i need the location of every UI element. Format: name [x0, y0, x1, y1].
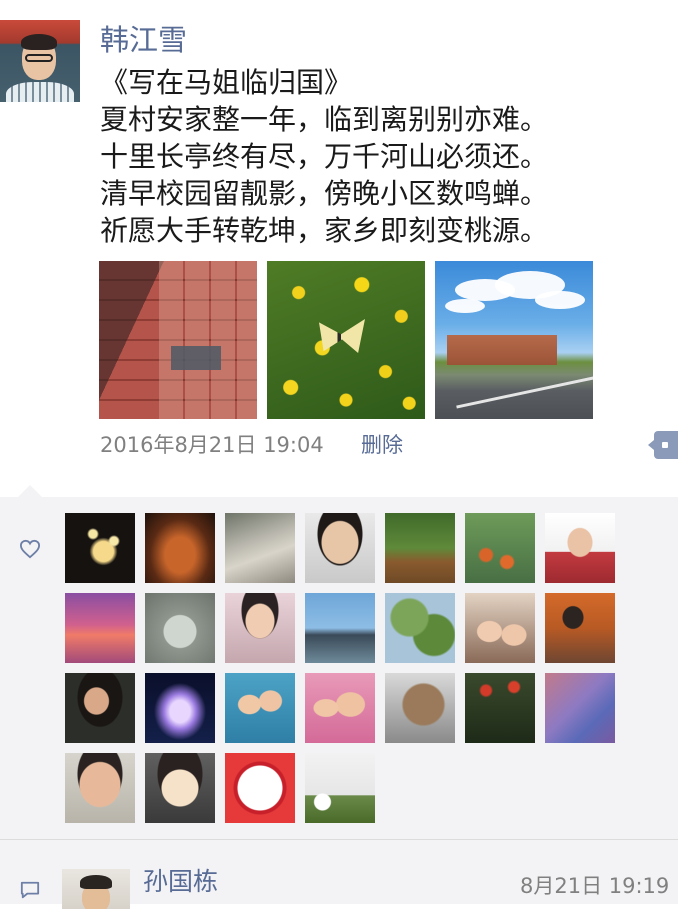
- liker-avatar[interactable]: [65, 673, 135, 743]
- poem-line: 十里长亭终有尽，万千河山必须还。: [100, 140, 549, 173]
- liker-avatar[interactable]: [465, 593, 535, 663]
- liker-avatar[interactable]: [225, 513, 295, 583]
- liker-avatar[interactable]: [145, 513, 215, 583]
- liker-avatar[interactable]: [225, 753, 295, 823]
- liker-avatar[interactable]: [65, 753, 135, 823]
- poem-line: 清早校园留靓影，傍晚小区数鸣蝉。: [100, 177, 549, 210]
- comment-timestamp: 8月21日 19:19: [520, 874, 670, 898]
- liker-avatar[interactable]: [385, 673, 455, 743]
- liker-avatar[interactable]: [65, 513, 135, 583]
- delete-button[interactable]: 删除: [361, 431, 403, 459]
- post-photo-brick-pavement[interactable]: [99, 261, 257, 419]
- liker-avatar[interactable]: [65, 593, 135, 663]
- poem-line: 《写在马姐临归国》: [100, 66, 353, 99]
- heart-icon: [19, 539, 41, 559]
- liker-avatar[interactable]: [545, 593, 615, 663]
- liker-avatar[interactable]: [145, 753, 215, 823]
- moments-post: 韩江雪 《写在马姐临归国》 夏村安家整一年，临到离别别亦难。 十里长亭终有尽，万…: [0, 0, 678, 500]
- poem-line: 夏村安家整一年，临到离别别亦难。: [100, 103, 549, 136]
- liker-avatar[interactable]: [305, 593, 375, 663]
- liker-avatar[interactable]: [385, 593, 455, 663]
- liker-avatar[interactable]: [305, 513, 375, 583]
- post-text: 《写在马姐临归国》 夏村安家整一年，临到离别别亦难。 十里长亭终有尽，万千河山必…: [100, 64, 660, 249]
- author-name[interactable]: 韩江雪: [100, 22, 187, 58]
- poem-line: 祈愿大手转乾坤，家乡即刻变桃源。: [100, 214, 549, 247]
- liker-avatar[interactable]: [225, 673, 295, 743]
- comment-bubble-icon: [20, 881, 40, 899]
- liker-avatar[interactable]: [465, 673, 535, 743]
- post-photo-campus-building[interactable]: [435, 261, 593, 419]
- liker-avatar[interactable]: [145, 673, 215, 743]
- liker-avatar[interactable]: [145, 593, 215, 663]
- liker-avatar[interactable]: [545, 513, 615, 583]
- liker-avatar[interactable]: [465, 513, 535, 583]
- author-avatar[interactable]: [0, 20, 80, 102]
- comment-menu-icon: [662, 442, 668, 448]
- comment-menu-button[interactable]: [648, 431, 678, 459]
- commenter-name[interactable]: 孙国栋: [143, 866, 218, 898]
- commenter-avatar[interactable]: [62, 869, 130, 909]
- post-photo-butterfly[interactable]: [267, 261, 425, 419]
- liker-avatar[interactable]: [305, 753, 375, 823]
- liker-avatar[interactable]: [385, 513, 455, 583]
- liker-avatar[interactable]: [225, 593, 295, 663]
- comment-panel: 孙国栋 8月21日 19:19: [0, 840, 678, 909]
- liker-avatar[interactable]: [305, 673, 375, 743]
- post-timestamp: 2016年8月21日 19:04: [100, 433, 324, 457]
- likes-panel: [0, 485, 678, 840]
- liker-avatar[interactable]: [545, 673, 615, 743]
